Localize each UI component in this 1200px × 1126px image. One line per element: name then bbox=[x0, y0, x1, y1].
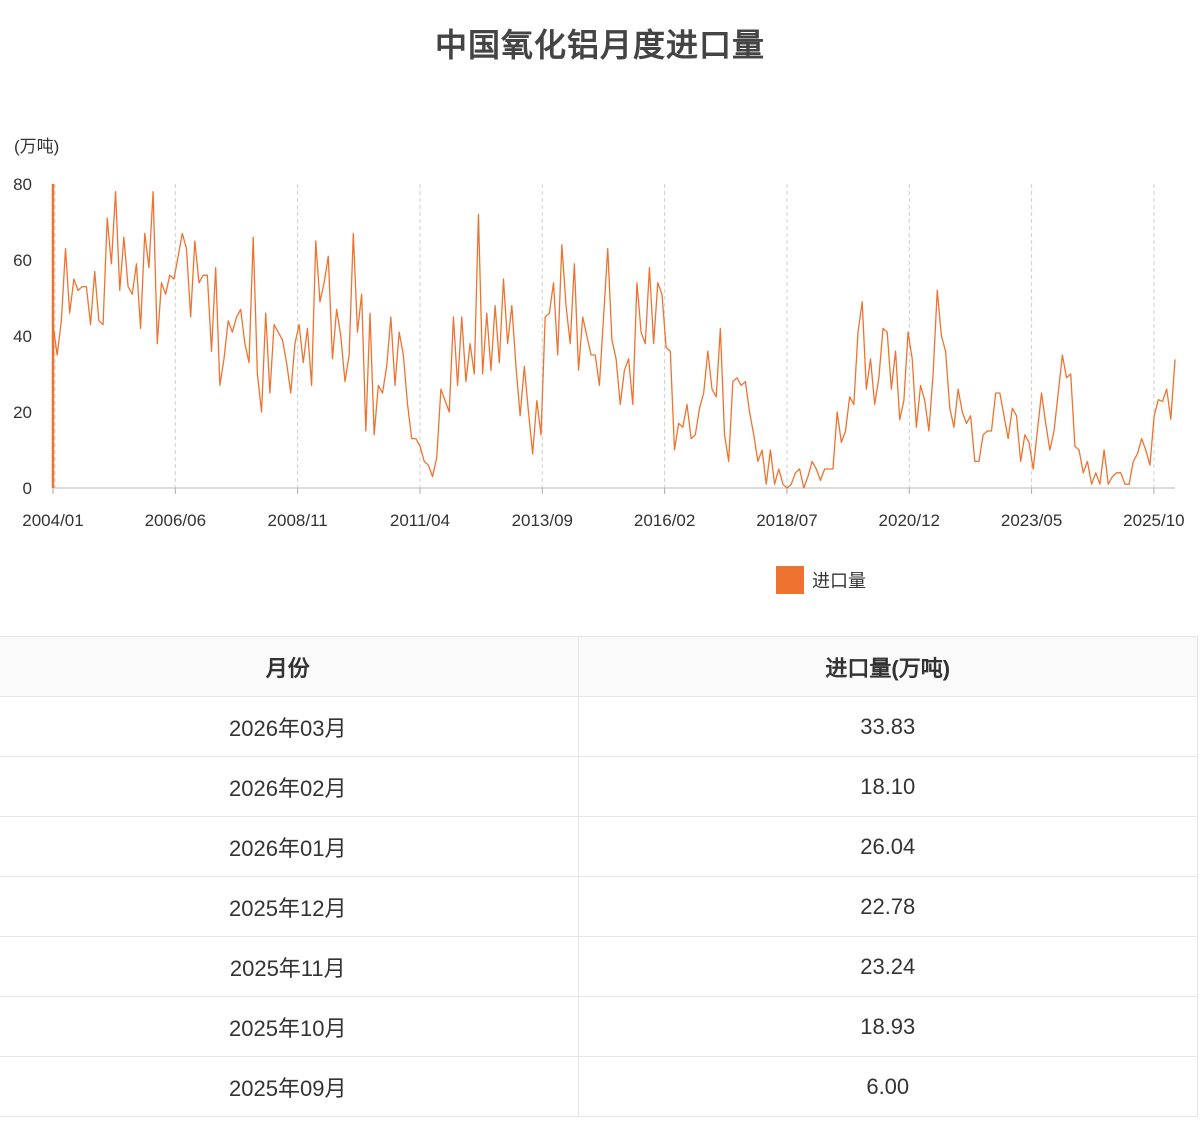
x-tick-label: 2011/04 bbox=[390, 511, 450, 530]
value-cell: 23.24 bbox=[577, 936, 1198, 997]
month-cell: 2025年12月 bbox=[0, 876, 578, 937]
header-month: 月份 bbox=[0, 636, 578, 697]
table-row: 2026年02月 18.10 bbox=[0, 756, 1198, 817]
x-tick-label: 2016/02 bbox=[634, 511, 695, 530]
series-layer bbox=[52, 190, 1176, 489]
value-cell: 18.93 bbox=[577, 996, 1198, 1057]
grid-lines bbox=[54, 184, 1155, 488]
table-row: 2025年09月 6.00 bbox=[0, 1056, 1198, 1117]
value-cell: 18.10 bbox=[577, 756, 1198, 817]
x-tick-label: 2020/12 bbox=[879, 511, 940, 530]
legend-swatch bbox=[776, 566, 804, 594]
value-cell: 6.00 bbox=[577, 1056, 1198, 1117]
table-row: 2025年11月 23.24 bbox=[0, 936, 1198, 997]
legend-label: 进口量 bbox=[812, 571, 866, 591]
y-tick-label: 80 bbox=[13, 175, 32, 194]
x-tick-label: 2023/05 bbox=[1001, 511, 1062, 530]
month-cell: 2026年02月 bbox=[0, 756, 578, 817]
y-tick-label: 20 bbox=[13, 403, 32, 422]
table-row: 2026年03月 33.83 bbox=[0, 696, 1198, 757]
x-tick-label: 2013/09 bbox=[512, 511, 573, 530]
month-cell: 2025年10月 bbox=[0, 996, 578, 1057]
series-line bbox=[52, 190, 1176, 489]
x-tick-label: 2025/10 bbox=[1123, 511, 1184, 530]
y-tick-label: 0 bbox=[23, 479, 32, 498]
legend[interactable]: 进口量 bbox=[776, 566, 866, 594]
table-row: 2025年12月 22.78 bbox=[0, 876, 1198, 937]
month-cell: 2025年09月 bbox=[0, 1056, 578, 1117]
month-cell: 2026年01月 bbox=[0, 816, 578, 877]
table-row: 2026年01月 26.04 bbox=[0, 816, 1198, 877]
y-tick-label: 40 bbox=[13, 327, 32, 346]
axis-labels: (万吨) 0 20 40 60 80 2004/01 2006/06 2008/11 2011/0… bbox=[13, 137, 1185, 530]
data-table: 月份 进口量(万吨) 2026年03月 33.83 2026年02月 18.10… bbox=[0, 636, 1198, 1117]
x-tick-label: 2018/07 bbox=[756, 511, 817, 530]
table-row: 2025年10月 18.93 bbox=[0, 996, 1198, 1057]
y-tick-label: 60 bbox=[13, 251, 32, 270]
month-cell: 2025年11月 bbox=[0, 936, 578, 997]
value-cell: 22.78 bbox=[577, 876, 1198, 937]
month-cell: 2026年03月 bbox=[0, 696, 578, 757]
axes bbox=[51, 184, 1175, 494]
header-import-volume: 进口量(万吨) bbox=[577, 636, 1198, 697]
value-cell: 33.83 bbox=[577, 696, 1198, 757]
y-axis-title: (万吨) bbox=[14, 137, 59, 156]
table-header-row: 月份 进口量(万吨) bbox=[0, 636, 1198, 697]
x-tick-label: 2004/01 bbox=[22, 511, 83, 530]
x-tick-label: 2008/11 bbox=[268, 511, 328, 530]
value-cell: 26.04 bbox=[577, 816, 1198, 877]
line-chart: (万吨) 0 20 40 60 80 2004/01 2006/06 2008/11 2011/0… bbox=[13, 137, 1185, 530]
x-tick-label: 2006/06 bbox=[145, 511, 206, 530]
